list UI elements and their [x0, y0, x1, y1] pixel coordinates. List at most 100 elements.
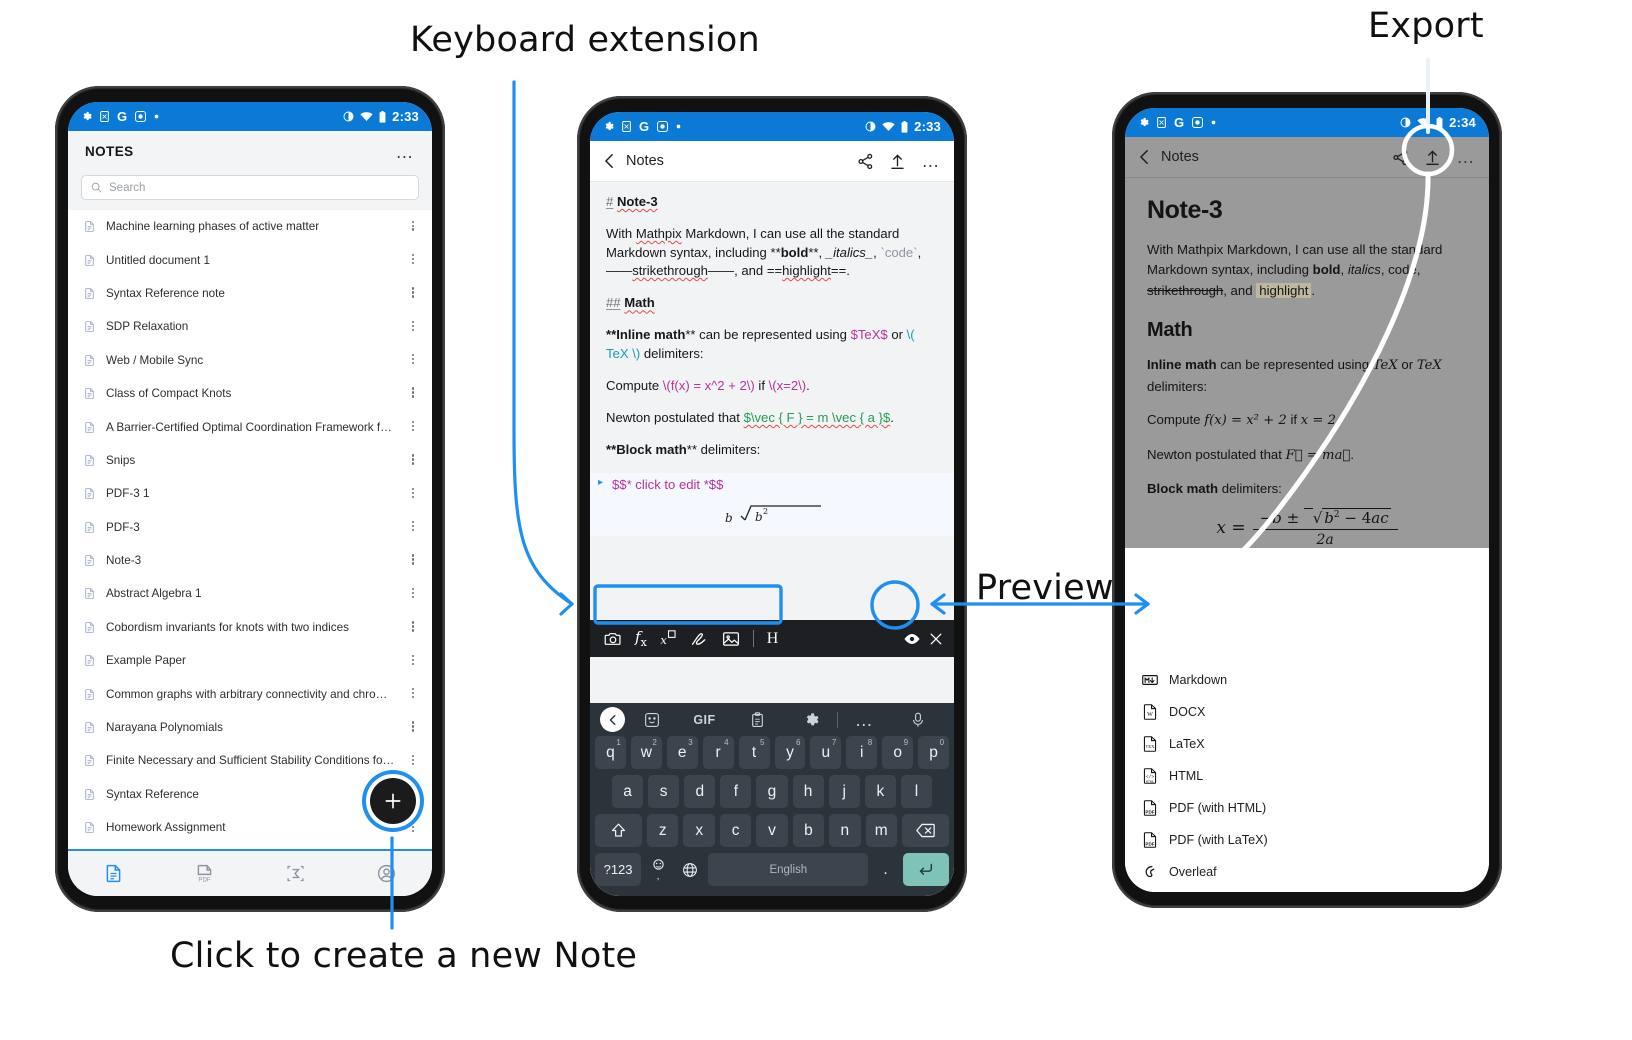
key-c[interactable]: c: [719, 814, 752, 847]
export-option-latex[interactable]: TEX LaTeX: [1125, 728, 1489, 760]
row-overflow-icon[interactable]: [407, 519, 419, 535]
row-overflow-icon[interactable]: [407, 319, 419, 335]
list-item[interactable]: Web / Mobile Sync: [68, 344, 432, 377]
key-w[interactable]: w2: [630, 736, 662, 769]
key-e[interactable]: e3: [666, 736, 698, 769]
key-g[interactable]: g: [756, 775, 788, 808]
back-button[interactable]: Notes: [603, 153, 857, 169]
share-icon[interactable]: [1392, 149, 1409, 166]
backspace-icon[interactable]: [901, 814, 950, 847]
symbols-key[interactable]: ?123: [595, 853, 642, 886]
emoji-comma-key[interactable]: ,: [646, 853, 671, 886]
camera-icon[interactable]: [604, 630, 622, 648]
list-item[interactable]: Machine learning phases of active matter: [68, 210, 432, 243]
heading-icon[interactable]: H: [767, 630, 779, 648]
row-overflow-icon[interactable]: [407, 620, 419, 636]
list-item[interactable]: Note-3: [68, 544, 432, 577]
chevron-left-icon[interactable]: [600, 707, 625, 732]
key-f[interactable]: f: [720, 775, 752, 808]
export-option-overleaf[interactable]: Overleaf: [1125, 856, 1489, 888]
sidebar-item-notes[interactable]: [68, 863, 159, 884]
overflow-icon[interactable]: …: [838, 711, 891, 729]
list-item[interactable]: Snips: [68, 444, 432, 477]
row-overflow-icon[interactable]: [407, 352, 419, 368]
gear-icon[interactable]: [784, 712, 837, 728]
list-item[interactable]: Abstract Algebra 1: [68, 577, 432, 610]
back-button[interactable]: Notes: [1138, 149, 1392, 165]
row-overflow-icon[interactable]: [407, 252, 419, 268]
row-overflow-icon[interactable]: [407, 686, 419, 702]
md-block-math-line[interactable]: $$* click to edit *$$: [590, 473, 954, 498]
mic-icon[interactable]: [891, 712, 944, 728]
key-n[interactable]: n: [829, 814, 861, 847]
list-item[interactable]: Finite Necessary and Sufficient Stabilit…: [68, 744, 432, 777]
search-input[interactable]: Search: [81, 175, 419, 200]
key-k[interactable]: k: [864, 775, 896, 808]
key-p[interactable]: p0: [918, 736, 950, 769]
close-icon[interactable]: [928, 631, 944, 647]
row-overflow-icon[interactable]: [407, 586, 419, 602]
sidebar-item-account[interactable]: [341, 863, 432, 884]
overflow-icon[interactable]: …: [921, 152, 941, 170]
list-item[interactable]: Common graphs with arbitrary connectivit…: [68, 677, 432, 710]
key-j[interactable]: j: [828, 775, 860, 808]
space-key[interactable]: English: [708, 853, 869, 886]
gif-button[interactable]: GIF: [678, 713, 731, 727]
list-item[interactable]: Untitled document 1: [68, 243, 432, 276]
key-b[interactable]: b: [792, 814, 825, 847]
key-x[interactable]: x: [683, 814, 715, 847]
list-item[interactable]: A Barrier-Certified Optimal Coordination…: [68, 410, 432, 443]
row-overflow-icon[interactable]: [407, 386, 419, 402]
overflow-icon[interactable]: …: [395, 143, 415, 161]
export-option-docx[interactable]: W DOCX: [1125, 696, 1489, 728]
export-option-markdown[interactable]: Markdown: [1125, 664, 1489, 696]
share-icon[interactable]: [857, 153, 874, 170]
row-overflow-icon[interactable]: [407, 219, 419, 235]
draw-icon[interactable]: [690, 630, 709, 648]
key-q[interactable]: q1: [594, 736, 626, 769]
key-z[interactable]: z: [647, 814, 679, 847]
row-overflow-icon[interactable]: [407, 753, 419, 769]
key-o[interactable]: o9: [882, 736, 914, 769]
fx-icon[interactable]: fx: [635, 628, 647, 649]
list-item[interactable]: Example Paper: [68, 644, 432, 677]
enter-key[interactable]: [902, 853, 949, 886]
key-v[interactable]: v: [756, 814, 788, 847]
clipboard-icon[interactable]: [731, 711, 784, 728]
key-u[interactable]: u7: [810, 736, 842, 769]
key-m[interactable]: m: [865, 814, 897, 847]
list-item[interactable]: SDP Relaxation: [68, 310, 432, 343]
image-icon[interactable]: [722, 630, 740, 648]
preview-eye-icon[interactable]: [902, 629, 922, 649]
row-overflow-icon[interactable]: [407, 653, 419, 669]
sticker-icon[interactable]: [625, 712, 678, 728]
add-note-button[interactable]: [370, 778, 416, 824]
key-a[interactable]: a: [612, 775, 644, 808]
key-r[interactable]: r4: [702, 736, 734, 769]
row-overflow-icon[interactable]: [407, 286, 419, 302]
export-option-pdf-with-latex[interactable]: PDF PDF (with LaTeX): [1125, 824, 1489, 856]
row-overflow-icon[interactable]: [407, 419, 419, 435]
key-t[interactable]: t5: [738, 736, 770, 769]
export-option-html[interactable]: </> HTML HTML: [1125, 760, 1489, 792]
key-s[interactable]: s: [648, 775, 680, 808]
row-overflow-icon[interactable]: [407, 553, 419, 569]
period-key[interactable]: .: [873, 853, 898, 886]
list-item[interactable]: PDF-3 1: [68, 477, 432, 510]
list-item[interactable]: PDF-3: [68, 511, 432, 544]
key-h[interactable]: h: [792, 775, 824, 808]
globe-key[interactable]: [676, 853, 704, 886]
export-icon[interactable]: [889, 153, 906, 170]
key-i[interactable]: i8: [846, 736, 878, 769]
overflow-icon[interactable]: …: [1456, 148, 1476, 166]
shift-icon[interactable]: [594, 814, 643, 847]
list-item[interactable]: Syntax Reference note: [68, 277, 432, 310]
row-overflow-icon[interactable]: [407, 453, 419, 469]
list-item[interactable]: Narayana Polynomials: [68, 711, 432, 744]
export-option-pdf-with-html[interactable]: PDF PDF (with HTML): [1125, 792, 1489, 824]
export-icon[interactable]: [1424, 149, 1441, 166]
row-overflow-icon[interactable]: [407, 720, 419, 736]
list-item[interactable]: Class of Compact Knots: [68, 377, 432, 410]
row-overflow-icon[interactable]: [407, 486, 419, 502]
key-y[interactable]: y6: [774, 736, 806, 769]
